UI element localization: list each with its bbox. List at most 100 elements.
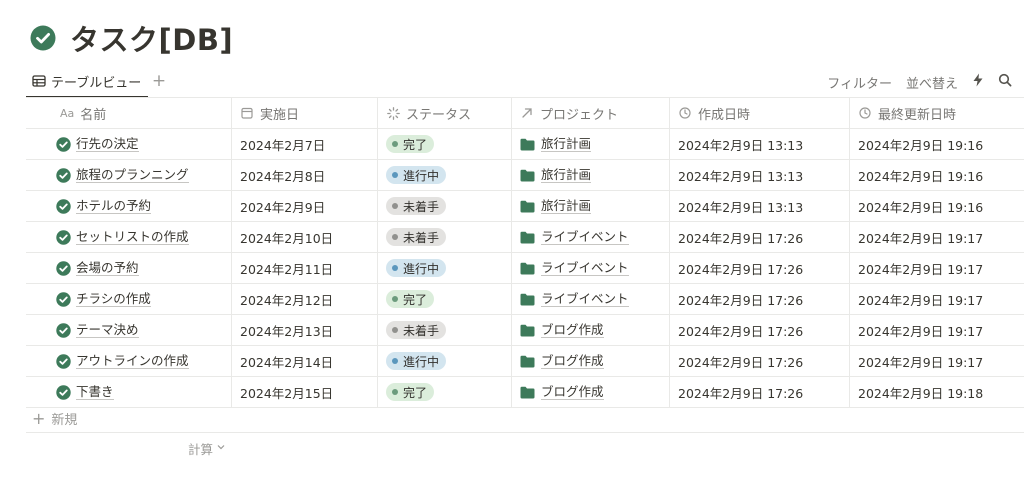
cell-date[interactable]: 2024年2月7日 [232, 129, 378, 159]
task-name[interactable]: 行先の決定 [76, 136, 139, 152]
cell-status[interactable]: 進行中 [378, 346, 512, 376]
cell-project[interactable]: 旅行計画 [512, 191, 670, 221]
automation-button[interactable] [972, 73, 984, 91]
task-name[interactable]: アウトラインの作成 [76, 353, 189, 369]
cell-status[interactable]: 完了 [378, 129, 512, 159]
calc-label: 計算 [188, 441, 214, 457]
search-button[interactable] [998, 73, 1012, 91]
cell-project[interactable]: ライブイベント [512, 284, 670, 314]
cell-name[interactable]: テーマ決め [26, 315, 232, 345]
cell-status[interactable]: 完了 [378, 284, 512, 314]
cell-date[interactable]: 2024年2月8日 [232, 160, 378, 190]
task-name[interactable]: テーマ決め [76, 322, 139, 338]
status-badge: 完了 [386, 290, 435, 308]
task-name[interactable]: ホテルの予約 [76, 198, 152, 214]
cell-status[interactable]: 完了 [378, 377, 512, 407]
cell-name[interactable]: 行先の決定 [26, 129, 232, 159]
project-link[interactable]: ブログ作成 [520, 384, 604, 400]
project-link[interactable]: ライブイベント [520, 291, 629, 307]
cell-name[interactable]: 会場の予約 [26, 253, 232, 283]
task-name[interactable]: 会場の予約 [76, 260, 139, 276]
check-circle-icon [56, 353, 71, 369]
project-link[interactable]: ブログ作成 [520, 353, 604, 369]
table-row[interactable]: テーマ決め 2024年2月13日 未着手 ブログ作成 2024年2月9日 17:26 20… [26, 315, 1024, 346]
new-row-button[interactable]: + 新規 [26, 404, 1024, 433]
cell-project[interactable]: ブログ作成 [512, 315, 670, 345]
calculate-button[interactable]: 計算 [188, 440, 225, 457]
column-header-status[interactable]: ステータス [378, 98, 512, 128]
filter-button[interactable]: フィルター [827, 73, 892, 92]
cell-updated: 2024年2月9日 19:17 [858, 230, 984, 246]
cell-name[interactable]: アウトラインの作成 [26, 346, 232, 376]
task-name[interactable]: 下書き [76, 384, 114, 400]
cell-created: 2024年2月9日 17:26 [670, 377, 850, 407]
tab-table-view[interactable]: テーブルビュー [26, 66, 148, 98]
column-header-project[interactable]: プロジェクト [512, 98, 670, 128]
cell-project[interactable]: ブログ作成 [512, 346, 670, 376]
table-row[interactable]: 行先の決定 2024年2月7日 完了 旅行計画 2024年2月9日 13:13 2024年… [26, 129, 1024, 160]
task-name[interactable]: 旅程のプランニング [76, 167, 189, 183]
cell-name[interactable]: 旅程のプランニング [26, 160, 232, 190]
status-label: 完了 [403, 137, 428, 152]
check-circle-icon[interactable] [30, 25, 56, 51]
cell-project[interactable]: 旅行計画 [512, 129, 670, 159]
project-link[interactable]: 旅行計画 [520, 136, 592, 152]
folder-icon [520, 138, 535, 151]
table-header-row: Aa 名前 実施日 ステータス プロジェクト 作成日時 最終更新日時 [26, 98, 1024, 129]
cell-date[interactable]: 2024年2月11日 [232, 253, 378, 283]
cell-updated: 2024年2月9日 19:17 [858, 354, 984, 370]
check-circle-icon [56, 260, 71, 276]
column-header-date[interactable]: 実施日 [232, 98, 378, 128]
cell-name[interactable]: ホテルの予約 [26, 191, 232, 221]
cell-date[interactable]: 2024年2月9日 [232, 191, 378, 221]
project-link[interactable]: 旅行計画 [520, 167, 592, 183]
table-row[interactable]: セットリストの作成 2024年2月10日 未着手 ライブイベント 2024年2月9日 1… [26, 222, 1024, 253]
table-row[interactable]: 会場の予約 2024年2月11日 進行中 ライブイベント 2024年2月9日 17:26… [26, 253, 1024, 284]
project-link[interactable]: 旅行計画 [520, 198, 592, 214]
project-name: 旅行計画 [541, 136, 592, 152]
cell-name[interactable]: 下書き [26, 377, 232, 407]
cell-status[interactable]: 進行中 [378, 253, 512, 283]
table-row[interactable]: ホテルの予約 2024年2月9日 未着手 旅行計画 2024年2月9日 13:13 202… [26, 191, 1024, 222]
cell-created: 2024年2月9日 17:26 [670, 284, 850, 314]
status-dot [392, 203, 398, 209]
folder-icon [520, 355, 535, 368]
column-header-updated[interactable]: 最終更新日時 [850, 98, 1024, 128]
page-title[interactable]: タスク[DB] [70, 17, 233, 59]
task-name[interactable]: チラシの作成 [76, 291, 151, 307]
cell-name[interactable]: チラシの作成 [26, 284, 232, 314]
cell-project[interactable]: ブログ作成 [512, 377, 670, 407]
column-label: 最終更新日時 [878, 107, 957, 123]
project-link[interactable]: ライブイベント [520, 260, 629, 276]
cell-project[interactable]: ライブイベント [512, 253, 670, 283]
database-table: Aa 名前 実施日 ステータス プロジェクト 作成日時 最終更新日時 行先の決定… [26, 98, 1024, 408]
table-row[interactable]: 旅程のプランニング 2024年2月8日 進行中 旅行計画 2024年2月9日 13:13… [26, 160, 1024, 191]
column-header-created[interactable]: 作成日時 [670, 98, 850, 128]
cell-status[interactable]: 進行中 [378, 160, 512, 190]
folder-icon [520, 169, 535, 182]
status-label: 完了 [403, 385, 428, 400]
table-row[interactable]: チラシの作成 2024年2月12日 完了 ライブイベント 2024年2月9日 17:26… [26, 284, 1024, 315]
cell-date[interactable]: 2024年2月15日 [232, 377, 378, 407]
task-name[interactable]: セットリストの作成 [76, 229, 189, 245]
check-circle-icon [56, 167, 71, 183]
cell-status[interactable]: 未着手 [378, 315, 512, 345]
cell-date[interactable]: 2024年2月14日 [232, 346, 378, 376]
cell-name[interactable]: セットリストの作成 [26, 222, 232, 252]
status-label: 進行中 [403, 168, 440, 183]
table-row[interactable]: アウトラインの作成 2024年2月14日 進行中 ブログ作成 2024年2月9日 17:… [26, 346, 1024, 377]
sort-button[interactable]: 並べ替え [906, 73, 958, 92]
project-link[interactable]: ブログ作成 [520, 322, 604, 338]
cell-date[interactable]: 2024年2月13日 [232, 315, 378, 345]
column-header-name[interactable]: Aa 名前 [26, 98, 232, 128]
add-view-button[interactable]: + [150, 71, 168, 91]
cell-date[interactable]: 2024年2月10日 [232, 222, 378, 252]
cell-project[interactable]: ライブイベント [512, 222, 670, 252]
cell-date[interactable]: 2024年2月12日 [232, 284, 378, 314]
cell-status[interactable]: 未着手 [378, 191, 512, 221]
table-icon [32, 74, 46, 88]
project-link[interactable]: ライブイベント [520, 229, 629, 245]
cell-project[interactable]: 旅行計画 [512, 160, 670, 190]
cell-status[interactable]: 未着手 [378, 222, 512, 252]
folder-icon [520, 386, 535, 399]
